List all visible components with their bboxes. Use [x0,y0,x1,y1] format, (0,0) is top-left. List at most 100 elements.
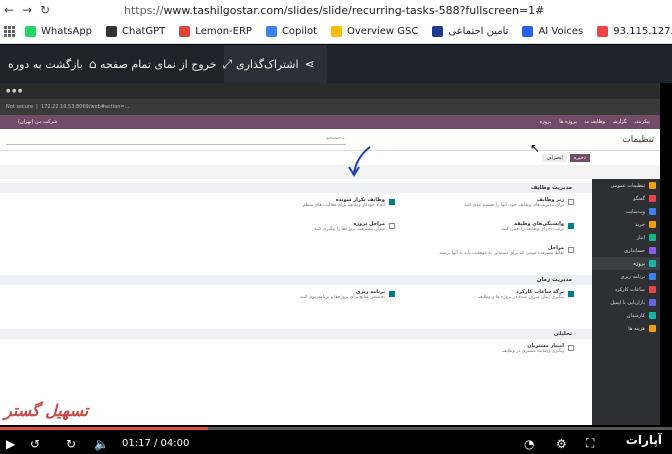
apps-grid-icon[interactable] [4,25,15,38]
inner-sidebar-item: وب‌سایت [592,205,660,218]
url-scheme: https:// [124,3,164,17]
inner-nav-left: شرکت من (تهران) [10,119,57,125]
dependencies-checkbox [568,223,574,229]
forward-10-icon[interactable]: ↻ [66,437,76,451]
bookmark-label: ChatGPT [122,26,166,37]
app-icon [649,273,656,280]
url-text[interactable]: https://www.tashilgostar.com/slides/slid… [124,4,544,17]
inner-nav-right: پیکربندی گزارش وظایف من پروژه ها پروژه [532,119,650,125]
inner-sidebar-label: پروژه [633,260,645,267]
inner-sidebar-label: گفتگو [633,195,645,202]
opt-dependencies: وابستگی‌های وظیفه ترتیب اجرای وظایف را تع… [501,221,564,232]
mouse-cursor-icon: ↖ [530,141,541,155]
opt-recurring: وظایف تکرار شونده ایجاد خودکار وظایف برای… [302,197,385,208]
inner-sidebar-label: هزینه ها [628,325,645,332]
video-player[interactable]: ● ● ● Not secure | 172.22.16.53:8069/web… [0,83,672,454]
app-icon [649,234,656,241]
player-controls: ▶ ↺ ↻ 🔈 01:17 / 04:00 ◔ ⚙ ⛶ [0,433,672,454]
bookmark-item[interactable]: Overview GSC [331,26,418,37]
video-progress-played [0,427,208,430]
bookmark-item[interactable]: Copilot [265,26,317,37]
exit-fullscreen-button[interactable]: خروج از نمای تمام صفحه ⤢ [88,45,244,83]
inner-sidebar-item: انبار [592,231,660,244]
back-to-course-label: بازگشت به دوره [8,57,83,71]
app-icon [649,195,656,202]
inner-app-nav: شرکت من (تهران) پیکربندی گزارش وظایف من پرو… [0,115,660,129]
bookmarks-bar: WhatsApp ChatGPT Lemon-ERP Copilot Overview … [0,20,672,44]
forward-icon[interactable]: → [18,0,36,20]
bookmark-item[interactable]: WhatsApp [25,26,92,37]
opt-planning: برنامه ریزی تخصیص منابع برای پروژه‌ها و ب… [300,289,385,300]
section-time: مدیریت زمان [0,275,592,285]
inner-actions: انصراف ذخیره [0,151,660,165]
stages-checkbox [568,247,574,253]
volume-icon[interactable]: 🔈 [94,437,109,451]
section-tasks: مدیریت وظایف [0,183,592,193]
bookmark-label: WhatsApp [41,26,93,37]
bookmark-item[interactable]: 93.115.127.119:505... [597,26,672,37]
opt-rating: امتیاز مشتریان پیگیری رضایت مشتری در وظای… [501,343,564,354]
inner-sidebar-item: حسابداری [592,244,660,257]
back-to-course-button[interactable]: بازگشت به دوره ⌂ [0,45,108,83]
inner-discard-button: انصراف [542,154,567,162]
annotation-arrow-icon [348,146,371,177]
app-icon [649,221,656,228]
app-icon [649,260,656,267]
app-icon [649,208,656,215]
inner-sidebar-item: تنظیمات عمومی [592,179,660,192]
bookmark-item[interactable]: تامین اجتماعی [432,26,508,37]
back-icon[interactable]: ← [0,0,18,20]
section-analytics: تحلیلی [0,329,592,339]
timesheets-checkbox [568,291,574,297]
bookmark-item[interactable]: AI Voices [522,26,583,37]
bookmark-item[interactable]: Lemon-ERP [179,26,252,37]
bookmark-label: Overview GSC [347,26,419,37]
inner-settings-sidebar: تنظیمات عمومی گفتگو وب‌سایت خرید انبار حسابدا… [592,179,660,425]
settings-icon[interactable]: ⚙ [556,437,567,451]
speed-icon[interactable]: ◔ [524,437,534,451]
app-icon [649,247,656,254]
inner-sidebar-label: خرید [635,221,645,228]
bookmark-icon [106,26,118,37]
recurring-checkbox [389,199,395,205]
inner-sidebar-label: ساعات کارکرد [614,286,645,293]
inner-browser-url: Not secure | 172.22.16.53:8069/web#actio… [0,99,660,115]
inner-sidebar-label: انبار [636,234,645,241]
app-icon [649,286,656,293]
exit-fullscreen-label: خروج از نمای تمام صفحه [100,57,217,71]
inner-search: جستجو... [6,135,346,145]
opt-milestones: مراحل پروژه میزان پیشرفت پروژه‌ها را پیگی… [314,221,385,232]
inner-settings-content: مدیریت وظایف زیر وظایف برای مدیریت‌های وظ… [0,179,592,425]
bookmark-item[interactable]: ChatGPT [106,26,165,37]
app-icon [649,312,656,319]
bookmark-icon [25,26,36,37]
exit-fullscreen-icon: ⤢ [222,56,233,71]
fullscreen-icon[interactable]: ⛶ [586,436,594,451]
play-icon[interactable]: ▶ [6,437,15,451]
subtasks-checkbox [568,199,574,205]
opt-timesheets: برگه ساعات کارکرد پیگیری زمان صرف شده در … [477,289,564,300]
app-icon [649,182,656,189]
home-icon: ⌂ [88,57,97,71]
inner-sidebar-label: تنظیمات عمومی [610,182,645,189]
app-icon [649,299,656,306]
bookmark-icon [522,26,534,37]
browser-address-bar: ← → ↻ https://www.tashilgostar.com/slide… [0,0,672,20]
inner-nav-item: پیکربندی [634,119,650,125]
inner-sidebar-item: خرید [592,218,660,231]
inner-sidebar-item: ساعات کارکرد [592,283,660,296]
share-label: اشتراک‌گذاری [236,57,299,71]
reload-icon[interactable]: ↻ [36,0,54,20]
bookmark-label: تامین اجتماعی [448,26,509,37]
bookmark-icon [179,26,191,37]
inner-sidebar-item: کارمندان [592,309,660,322]
bookmark-icon [331,26,342,37]
inner-nav-item: پروژه ها [559,119,577,125]
rewind-icon[interactable]: ↺ [30,437,40,451]
video-progress-bar[interactable] [0,427,672,430]
inner-nav-item: پروژه [539,119,552,125]
video-time: 01:17 / 04:00 [122,438,190,449]
inner-sidebar-item: بازاریابی با ایمیل [592,296,660,309]
opt-stages: مراحل نقاط پیشرفت مهمی که برای دستیابی به… [439,245,564,256]
share-icon: ⋖ [304,57,315,71]
